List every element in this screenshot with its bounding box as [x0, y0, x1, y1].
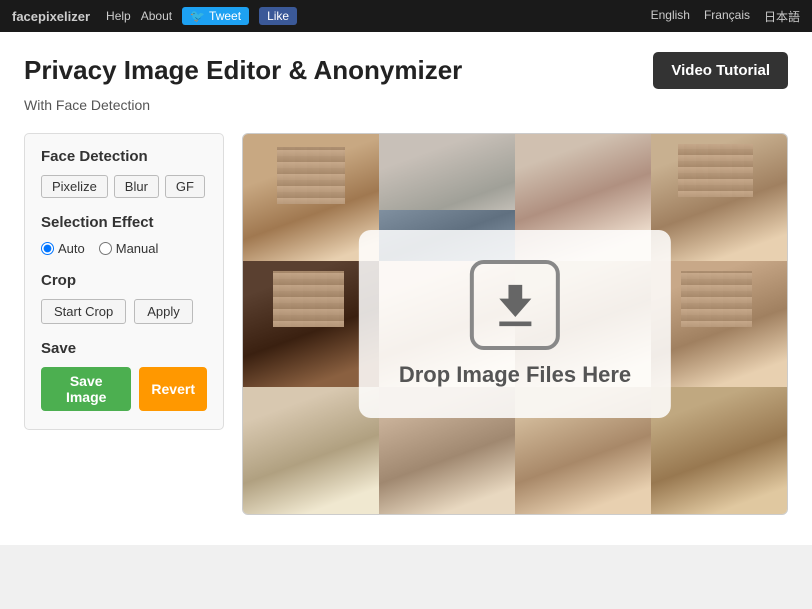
crop-section: Crop Start Crop Apply — [41, 272, 207, 324]
apply-button[interactable]: Apply — [134, 299, 193, 324]
lang-english[interactable]: English — [651, 8, 690, 25]
selection-effect-section: Selection Effect Auto Manual — [41, 214, 207, 256]
page-title: Privacy Image Editor & Anonymizer — [24, 55, 462, 86]
face-cell-8 — [651, 261, 787, 388]
start-crop-button[interactable]: Start Crop — [41, 299, 126, 324]
face-bg-4 — [651, 134, 787, 261]
selection-effect-title: Selection Effect — [41, 214, 207, 231]
page-content: Privacy Image Editor & Anonymizer Video … — [0, 32, 812, 545]
face-bg-12 — [651, 387, 787, 514]
drop-text: Drop Image Files Here — [399, 362, 631, 388]
brand-logo: facepixelizer — [12, 9, 90, 24]
radio-manual-label[interactable]: Manual — [99, 241, 159, 256]
radio-auto-label[interactable]: Auto — [41, 241, 85, 256]
pixelate-1 — [277, 147, 345, 204]
pixelate-8 — [681, 271, 752, 327]
save-title: Save — [41, 340, 207, 357]
gf-button[interactable]: GF — [165, 175, 205, 198]
about-link[interactable]: About — [141, 9, 172, 23]
main-layout: Face Detection Pixelize Blur GF Selectio… — [24, 133, 788, 515]
like-button[interactable]: Like — [259, 7, 297, 25]
revert-button[interactable]: Revert — [139, 367, 207, 411]
radio-auto[interactable] — [41, 242, 54, 255]
language-switcher: English Français 日本語 — [651, 8, 800, 25]
crop-title: Crop — [41, 272, 207, 289]
save-image-button[interactable]: Save Image — [41, 367, 131, 411]
arrow-down-icon — [488, 278, 543, 333]
pixelate-5 — [273, 271, 344, 327]
video-tutorial-button[interactable]: Video Tutorial — [653, 52, 788, 89]
pixelate-4 — [678, 144, 753, 197]
drop-zone-container[interactable]: Drop Image Files Here — [242, 133, 788, 515]
radio-auto-text: Auto — [58, 241, 85, 256]
save-button-group: Save Image Revert — [41, 367, 207, 411]
drop-overlay[interactable]: Drop Image Files Here — [359, 230, 671, 418]
face-bg-8 — [651, 261, 787, 388]
face-detection-title: Face Detection — [41, 148, 207, 165]
face-detection-section: Face Detection Pixelize Blur GF — [41, 148, 207, 198]
tweet-button[interactable]: 🐦 Tweet — [182, 7, 249, 25]
pixelize-button[interactable]: Pixelize — [41, 175, 108, 198]
effect-button-group: Pixelize Blur GF — [41, 175, 207, 198]
selection-radio-group: Auto Manual — [41, 241, 207, 256]
save-section: Save Save Image Revert — [41, 340, 207, 411]
lang-french[interactable]: Français — [704, 8, 750, 25]
radio-manual-text: Manual — [116, 241, 159, 256]
crop-button-group: Start Crop Apply — [41, 299, 207, 324]
lang-japanese[interactable]: 日本語 — [764, 8, 800, 25]
blur-button[interactable]: Blur — [114, 175, 159, 198]
page-header: Privacy Image Editor & Anonymizer Video … — [24, 52, 788, 89]
left-panel: Face Detection Pixelize Blur GF Selectio… — [24, 133, 224, 430]
topnav: facepixelizer Help About 🐦 Tweet Like En… — [0, 0, 812, 32]
face-cell-12 — [651, 387, 787, 514]
face-cell-4 — [651, 134, 787, 261]
subtitle: With Face Detection — [24, 97, 788, 113]
radio-manual[interactable] — [99, 242, 112, 255]
drop-arrow-icon — [470, 260, 560, 350]
help-link[interactable]: Help — [106, 9, 131, 23]
